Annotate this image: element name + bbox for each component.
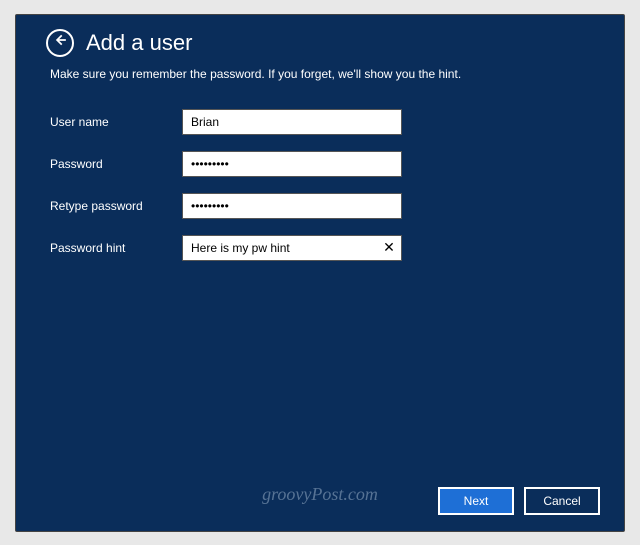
password-hint-row: Password hint ✕ <box>50 235 594 261</box>
page-subtitle: Make sure you remember the password. If … <box>50 67 594 81</box>
header: Add a user <box>46 29 594 57</box>
close-icon: ✕ <box>383 239 395 256</box>
retype-password-row: Retype password <box>50 193 594 219</box>
password-input[interactable] <box>182 151 402 177</box>
page-title: Add a user <box>86 30 192 56</box>
password-row: Password <box>50 151 594 177</box>
add-user-window: Add a user Make sure you remember the pa… <box>15 14 625 532</box>
username-row: User name <box>50 109 594 135</box>
username-input[interactable] <box>182 109 402 135</box>
back-arrow-icon <box>53 33 67 52</box>
next-button[interactable]: Next <box>438 487 514 515</box>
clear-hint-button[interactable]: ✕ <box>377 236 401 260</box>
add-user-form: User name Password Retype password Passw… <box>50 109 594 261</box>
watermark: groovyPost.com <box>262 484 378 505</box>
password-label: Password <box>50 157 182 171</box>
footer-buttons: Next Cancel <box>438 487 600 515</box>
back-button[interactable] <box>46 29 74 57</box>
password-hint-input[interactable] <box>183 236 377 260</box>
retype-password-input[interactable] <box>182 193 402 219</box>
username-label: User name <box>50 115 182 129</box>
password-hint-label: Password hint <box>50 241 182 255</box>
password-hint-wrap: ✕ <box>182 235 402 261</box>
cancel-button[interactable]: Cancel <box>524 487 600 515</box>
retype-password-label: Retype password <box>50 199 182 213</box>
